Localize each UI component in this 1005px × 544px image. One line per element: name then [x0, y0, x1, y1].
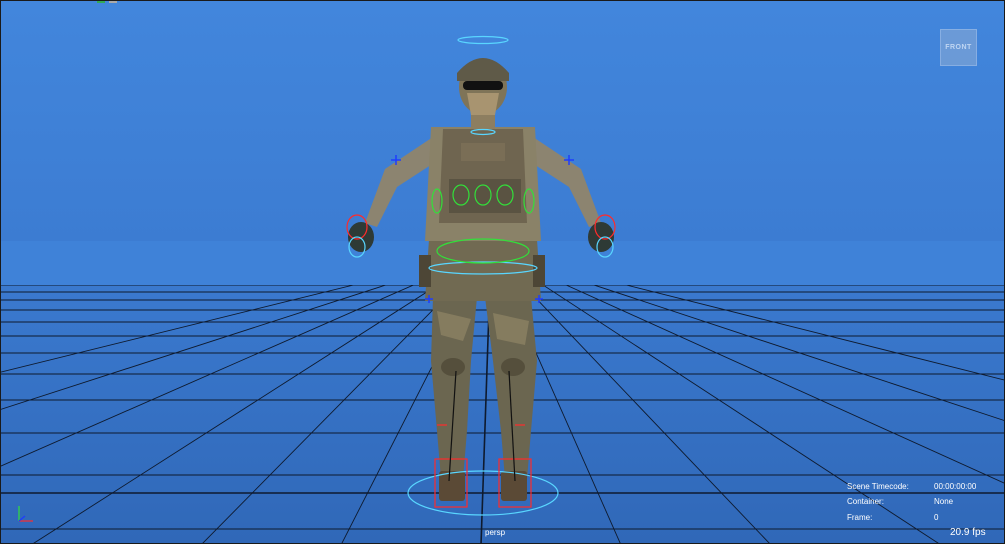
view-cube-label: FRONT	[945, 44, 972, 51]
view-cube[interactable]: FRONT	[940, 29, 977, 66]
fps-readout: 20.9 fps	[950, 527, 986, 538]
hud-frame: Frame: 0	[847, 513, 997, 527]
hud-container-value: None	[934, 497, 954, 506]
hud-frame-label: Frame:	[847, 513, 873, 522]
viewport-panel[interactable]: FRONT Scene Timecode: 00:00:00:00 Contai…	[0, 0, 1005, 544]
hud-scene-timecode-value: 00:00:00:00	[934, 482, 977, 491]
camera-name-label: persp	[485, 528, 506, 537]
hud-frame-value: 0	[934, 513, 939, 522]
hud-container: Container: None	[847, 497, 997, 511]
top-toolbar-tick-marks	[97, 1, 117, 3]
hud-scene-timecode: Scene Timecode: 00:00:00:00	[847, 482, 997, 496]
hud-scene-timecode-label: Scene Timecode:	[847, 482, 909, 491]
hud-container-label: Container:	[847, 497, 884, 506]
scene-canvas[interactable]	[1, 1, 1005, 544]
axis-indicator-icon	[18, 506, 33, 522]
